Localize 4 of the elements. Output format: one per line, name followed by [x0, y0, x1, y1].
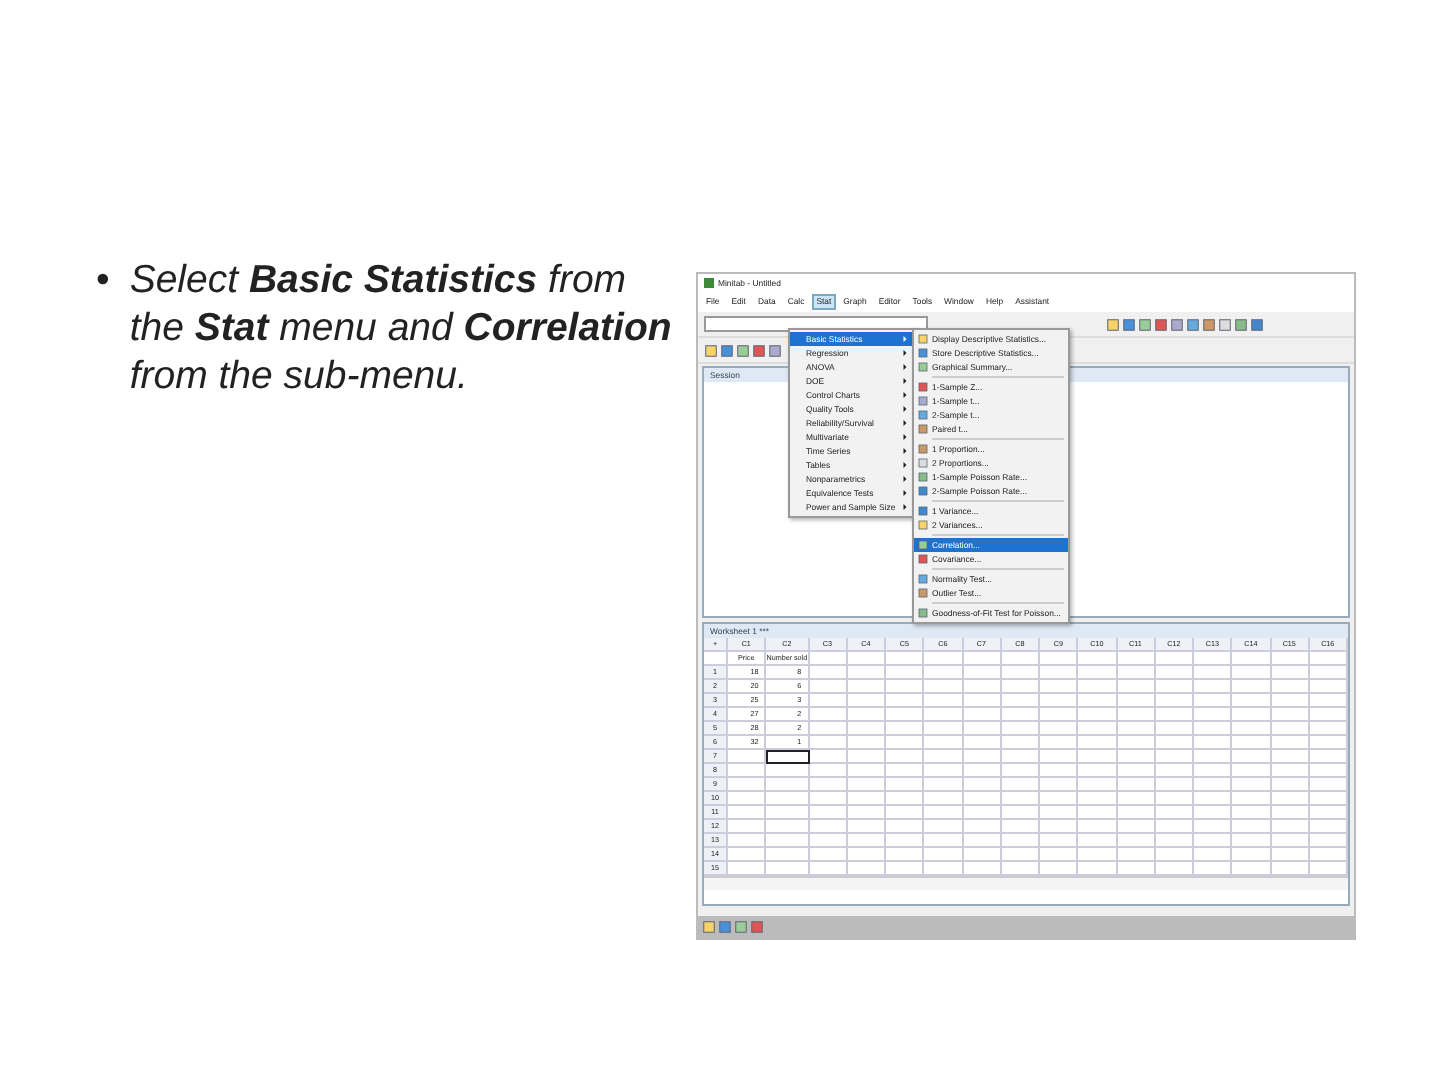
app-logo-icon — [704, 278, 714, 288]
bullet-marker: • — [96, 256, 110, 306]
instruction-text: Select Basic Statistics from the Stat menu and Correlation from the sub-menu. — [129, 256, 674, 402]
horizontal-scrollbar[interactable] — [704, 876, 1348, 890]
